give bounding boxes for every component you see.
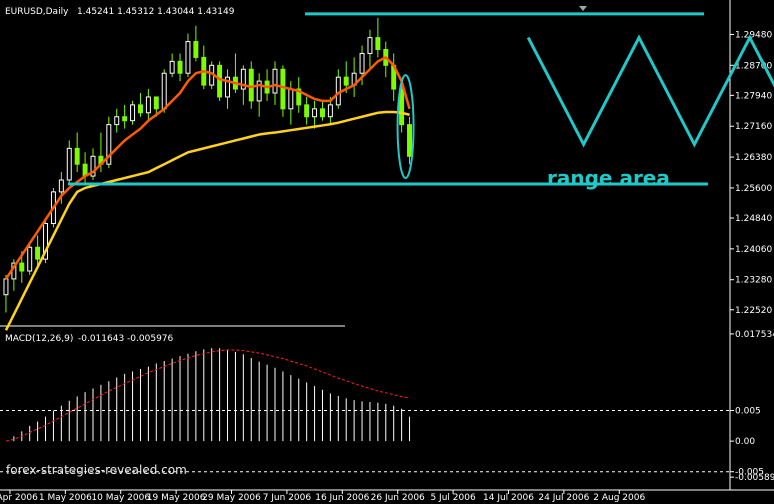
candle-body — [327, 104, 333, 118]
candle-body — [153, 96, 159, 110]
range-area-label: range area — [547, 166, 670, 190]
time-tick-label: 24 Jul 2006 — [538, 493, 589, 503]
ohlc-label: 1.45241 1.45312 1.43044 1.43149 — [77, 7, 235, 17]
candle-body — [177, 60, 183, 74]
candle-body — [375, 37, 381, 50]
macd-values-label: -0.011643 -0.005976 — [78, 334, 174, 344]
candle-body — [66, 147, 72, 181]
candle-body — [114, 116, 120, 126]
candle-body — [320, 108, 325, 118]
candle-body — [407, 124, 413, 157]
candle-body — [3, 278, 9, 296]
candle-body — [280, 68, 286, 110]
price-tick-label: 1.25600 — [735, 184, 772, 194]
time-tick-label: 16 Jun 2006 — [315, 493, 369, 503]
candle-body — [35, 246, 41, 260]
macd-tick-label: 0.00 — [735, 437, 755, 447]
candle-body — [248, 68, 254, 102]
time-tick-label: 14 Jul 2006 — [483, 493, 534, 503]
candle-body — [272, 68, 278, 94]
time-tick-label: 19 May 2006 — [147, 493, 206, 503]
candle-body — [343, 76, 349, 86]
candle-body — [27, 246, 33, 272]
candle-body — [359, 52, 365, 74]
candle-body — [122, 116, 128, 122]
candle-body — [130, 104, 136, 122]
candle-body — [193, 41, 199, 58]
candle-body — [312, 108, 318, 118]
time-tick-label: 2 Aug 2006 — [593, 493, 645, 503]
candle-body — [58, 179, 64, 193]
price-tick-label: 1.29480 — [735, 30, 772, 40]
price-tick-label: 1.24060 — [735, 245, 772, 255]
candle-body — [367, 37, 373, 54]
time-tick-label: 1 May 2006 — [39, 493, 92, 503]
candle-body — [185, 41, 191, 74]
candle-body — [74, 147, 80, 165]
macd-name-label: MACD(12,26,9) — [5, 334, 73, 344]
price-tick-label: 1.24840 — [735, 214, 772, 224]
time-tick-label: 21 Apr 2006 — [0, 493, 38, 503]
price-tick-label: 1.22520 — [735, 306, 772, 316]
candle-body — [138, 104, 143, 114]
price-tick-label: 1.26380 — [735, 153, 772, 163]
price-tick-label: 1.23280 — [735, 276, 772, 286]
price-tick-label: 1.27940 — [735, 91, 772, 101]
time-tick-label: 10 May 2006 — [91, 493, 150, 503]
candle-body — [145, 96, 151, 114]
time-tick-label: 29 May 2006 — [202, 493, 261, 503]
macd-tick-label: 0.017534 — [735, 330, 774, 340]
candle-body — [304, 104, 310, 118]
candle-body — [288, 88, 294, 110]
candle-body — [169, 60, 175, 74]
chart-canvas: 1.294801.287001.279401.271601.263801.256… — [0, 0, 774, 504]
candle-body — [19, 262, 25, 272]
watermark: forex-strategies-revealed.com — [6, 463, 187, 477]
candle-body — [217, 64, 223, 98]
candle-body — [161, 72, 167, 110]
time-tick-label: 26 Jun 2006 — [371, 493, 425, 503]
time-tick-label: 7 Jun 2006 — [263, 493, 312, 503]
price-tick-label: 1.27160 — [735, 122, 772, 132]
macd-tick-label: 0.005 — [735, 407, 761, 417]
macd-tick-label: -0.00589 — [735, 473, 774, 483]
time-tick-label: 5 Jul 2006 — [430, 493, 475, 503]
symbol-label: EURUSD,Daily — [5, 7, 69, 17]
